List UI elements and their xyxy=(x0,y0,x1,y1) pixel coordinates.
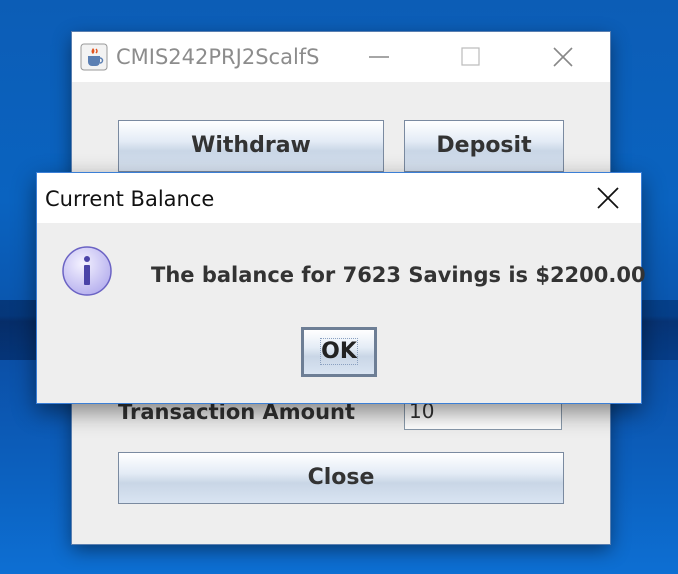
maximize-icon[interactable] xyxy=(456,42,486,72)
window-title: CMIS242PRJ2ScalfS xyxy=(116,45,320,69)
java-cup-icon xyxy=(80,43,108,71)
dialog-title: Current Balance xyxy=(45,187,215,211)
main-titlebar[interactable]: CMIS242PRJ2ScalfS xyxy=(72,32,610,82)
balance-message: The balance for 7623 Savings is $2200.00 xyxy=(151,263,646,287)
close-button[interactable]: Close xyxy=(118,452,564,504)
ok-button[interactable]: OK xyxy=(301,327,377,377)
withdraw-button[interactable]: Withdraw xyxy=(118,120,384,172)
current-balance-dialog: Current Balance The balance for 7623 Sav… xyxy=(36,172,646,404)
minimize-icon[interactable] xyxy=(365,42,395,72)
information-icon xyxy=(62,246,112,296)
dialog-titlebar[interactable]: Current Balance xyxy=(37,173,641,223)
close-icon[interactable] xyxy=(593,183,623,213)
close-icon[interactable] xyxy=(548,42,578,72)
deposit-button[interactable]: Deposit xyxy=(404,120,564,172)
ok-button-label: OK xyxy=(320,338,358,365)
